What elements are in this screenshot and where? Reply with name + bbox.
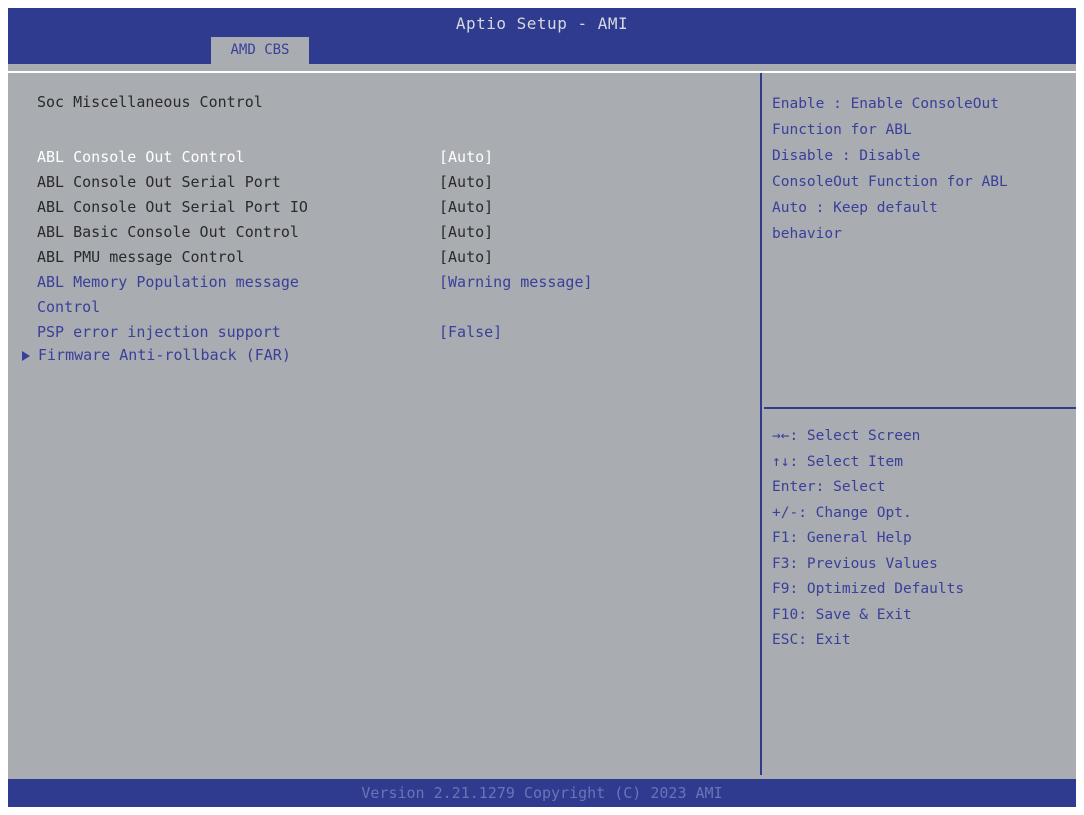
hotkey-list: →←: Select Screen ↑↓: Select Item Enter:…: [772, 424, 1072, 654]
help-description: Enable : Enable ConsoleOut Function for …: [772, 96, 1008, 242]
version-footer: Version 2.21.1279 Copyright (C) 2023 AMI: [8, 779, 1076, 807]
hotkey-change-opt: +/-: Change Opt.: [772, 504, 912, 521]
hotkey-select-screen: →←: Select Screen: [772, 428, 921, 444]
setting-label: ABL Console Out Serial Port: [37, 173, 281, 191]
setting-label: PSP error injection support: [37, 323, 281, 341]
title-bar: Aptio Setup - AMI AMD CBS: [8, 8, 1076, 64]
setting-label: ABL Memory Population message Control: [37, 273, 299, 316]
submenu-label: Firmware Anti-rollback (FAR): [38, 346, 291, 364]
setting-value[interactable]: [Warning message]: [439, 270, 593, 295]
setting-label: ABL Basic Console Out Control: [37, 223, 299, 241]
main-frame: Soc Miscellaneous Control ABL Console Ou…: [8, 71, 1076, 775]
hotkey-save-exit: F10: Save & Exit: [772, 606, 912, 623]
hotkey-select-item: ↑↓: Select Item: [772, 453, 903, 470]
submenu-firmware-anti-rollback[interactable]: Firmware Anti-rollback (FAR): [22, 343, 291, 368]
hotkey-previous-values: F3: Previous Values: [772, 555, 938, 572]
setting-label: ABL PMU message Control: [37, 248, 245, 266]
hotkey-exit: ESC: Exit: [772, 632, 851, 648]
setting-label: ABL Console Out Serial Port IO: [37, 198, 308, 216]
hotkey-enter: Enter: Select: [772, 479, 886, 495]
setting-value[interactable]: [False]: [439, 320, 502, 345]
setting-label: ABL Console Out Control: [37, 148, 245, 166]
tab-amd-cbs[interactable]: AMD CBS: [211, 37, 309, 64]
setting-value[interactable]: [Auto]: [439, 220, 493, 245]
section-title: Soc Miscellaneous Control: [37, 93, 263, 111]
setting-value[interactable]: [Auto]: [439, 195, 493, 220]
hotkey-optimized-defaults: F9: Optimized Defaults: [772, 581, 965, 597]
settings-pane: Soc Miscellaneous Control ABL Console Ou…: [8, 73, 762, 775]
setting-value[interactable]: [Auto]: [439, 245, 493, 270]
hotkey-general-help: F1: General Help: [772, 530, 912, 546]
help-divider: [764, 407, 1076, 409]
app-title: Aptio Setup - AMI: [455, 14, 629, 33]
bios-screen: Aptio Setup - AMI AMD CBS Soc Miscellane…: [8, 8, 1076, 807]
help-pane: Enable : Enable ConsoleOut Function for …: [764, 73, 1076, 775]
submenu-arrow-icon: [22, 350, 30, 361]
setting-value[interactable]: [Auto]: [439, 145, 493, 170]
setting-value[interactable]: [Auto]: [439, 170, 493, 195]
